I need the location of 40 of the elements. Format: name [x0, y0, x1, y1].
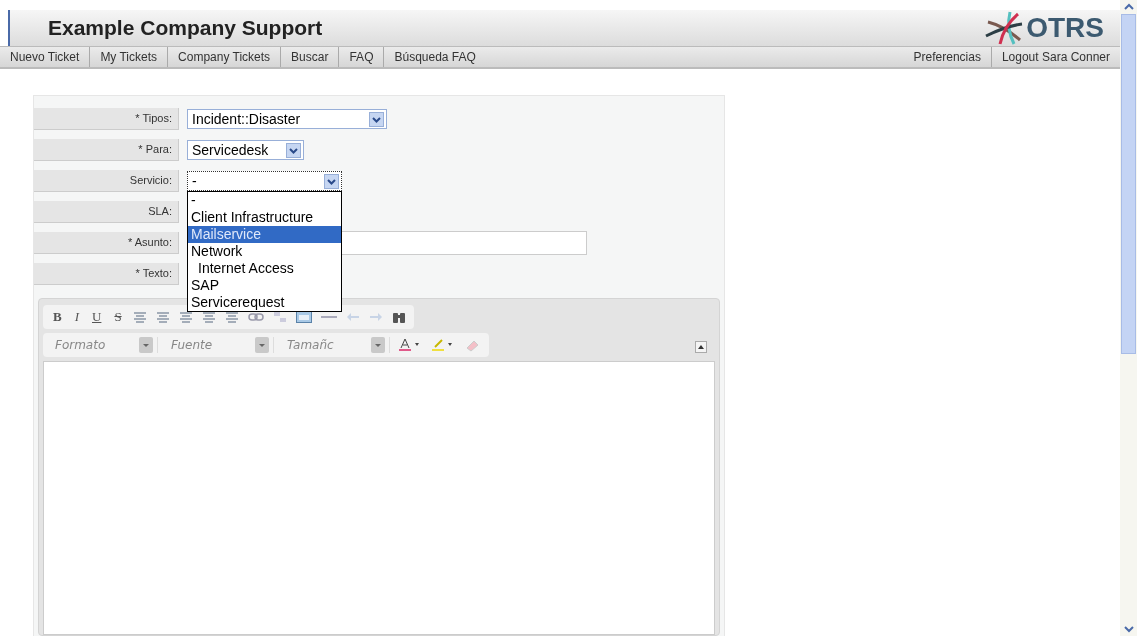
nav-link[interactable]: Company Tickets: [168, 47, 282, 67]
nav-link[interactable]: Búsqueda FAQ: [384, 47, 486, 67]
format-button[interactable]: U: [90, 309, 104, 325]
nav-link[interactable]: My Tickets: [90, 47, 169, 67]
select-field[interactable]: Servicedesk: [187, 140, 304, 160]
field-label: * Asunto:: [34, 232, 179, 254]
dropdown-option[interactable]: Client Infrastructure: [188, 209, 341, 226]
dropdown-option[interactable]: -: [188, 192, 341, 209]
format-button[interactable]: S: [112, 309, 124, 325]
site-title: Example Company Support: [48, 16, 323, 40]
select-field[interactable]: Incident::Disaster: [187, 109, 387, 129]
dropdown-option[interactable]: Internet Access: [188, 260, 341, 277]
field-label: Servicio:: [34, 170, 179, 192]
dropdown-option[interactable]: SAP: [188, 277, 341, 294]
field-label: * Texto:: [34, 263, 179, 285]
nav-link[interactable]: Nuevo Ticket: [0, 47, 91, 67]
nav-link[interactable]: Preferencias: [903, 47, 992, 67]
format-button[interactable]: B: [51, 309, 64, 325]
align-icon[interactable]: [201, 311, 216, 323]
collapse-toolbar-icon[interactable]: [695, 341, 707, 353]
dropdown-option[interactable]: Servicerequest: [188, 294, 341, 311]
unlink-icon[interactable]: [272, 311, 287, 323]
align-icon[interactable]: [178, 311, 193, 323]
nav-link[interactable]: FAQ: [339, 47, 385, 67]
dropdown-option[interactable]: Network: [188, 243, 341, 260]
field-label: * Tipos:: [34, 108, 179, 130]
nav-link[interactable]: Buscar: [281, 47, 340, 67]
nav-link[interactable]: Logout Sara Conner: [991, 47, 1120, 67]
scrollbar[interactable]: [1120, 0, 1137, 636]
image-icon[interactable]: [295, 311, 312, 323]
field-label: * Para:: [34, 139, 179, 161]
logo-text: OTRS: [1026, 12, 1104, 44]
horizontal-rule-icon[interactable]: [320, 315, 337, 319]
format-button[interactable]: I: [72, 309, 81, 325]
align-icon[interactable]: [224, 311, 239, 323]
dropdown-option[interactable]: Mailservice: [188, 226, 341, 243]
star-logo-icon: [984, 10, 1025, 46]
field-label: SLA:: [34, 201, 179, 223]
link-icon[interactable]: [247, 312, 264, 322]
binoculars-icon[interactable]: [391, 310, 406, 324]
